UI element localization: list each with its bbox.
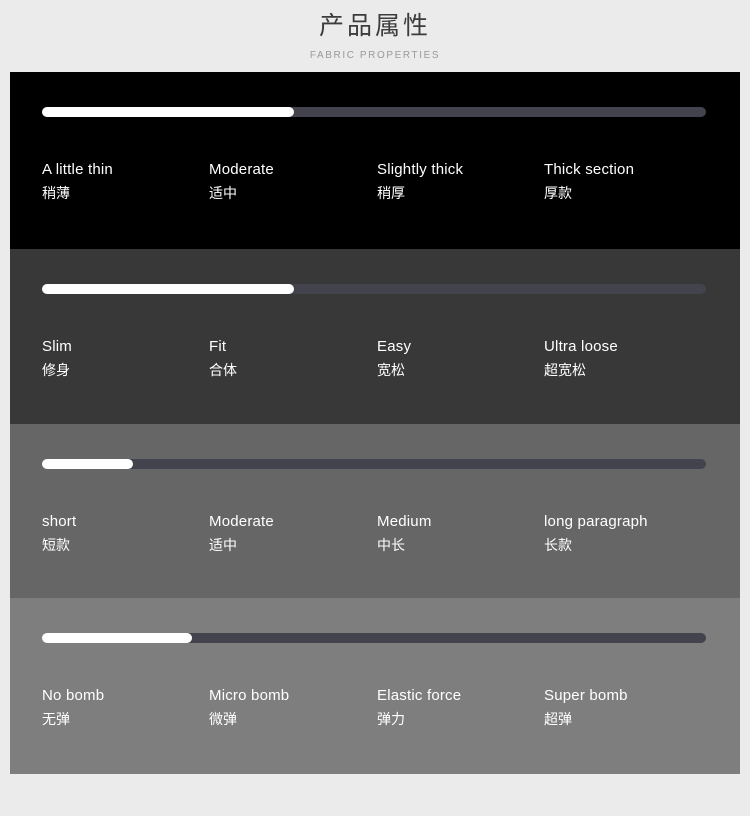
option-label-zh: 超宽松 xyxy=(544,363,586,379)
scale-track xyxy=(42,459,706,469)
option-item[interactable]: Micro bomb 微弹 xyxy=(209,686,374,730)
property-section-elasticity: No bomb 无弹 Micro bomb 微弹 Elastic force 弹… xyxy=(10,598,740,774)
option-item[interactable]: Slightly thick 稍厚 xyxy=(377,160,542,204)
option-label-en: A little thin xyxy=(42,161,113,178)
option-label-zh: 无弹 xyxy=(42,712,70,728)
option-label-zh: 合体 xyxy=(209,363,237,379)
option-label-en: Ultra loose xyxy=(544,338,618,355)
option-label-zh: 微弹 xyxy=(209,712,237,728)
option-item[interactable]: Ultra loose 超宽松 xyxy=(544,337,709,381)
scale-fill xyxy=(42,633,193,643)
option-label-zh: 适中 xyxy=(209,186,237,202)
option-label-en: Super bomb xyxy=(544,687,628,704)
option-label-zh: 稍厚 xyxy=(377,186,405,202)
option-label-zh: 修身 xyxy=(42,363,70,379)
option-label-zh: 中长 xyxy=(377,538,405,554)
option-item[interactable]: Slim 修身 xyxy=(42,337,207,381)
thickness-option-row: A little thin 稍薄 Moderate 适中 Slightly th… xyxy=(42,160,714,220)
property-section-thickness: A little thin 稍薄 Moderate 适中 Slightly th… xyxy=(10,72,740,249)
option-item[interactable]: Moderate 适中 xyxy=(209,512,374,556)
option-label-zh: 宽松 xyxy=(377,363,405,379)
option-label-en: long paragraph xyxy=(544,513,648,530)
option-item[interactable]: Fit 合体 xyxy=(209,337,374,381)
option-item[interactable]: Moderate 适中 xyxy=(209,160,374,204)
option-label-en: Thick section xyxy=(544,161,635,178)
thickness-scale-bar[interactable] xyxy=(42,107,706,117)
option-label-zh: 适中 xyxy=(209,538,237,554)
option-label-en: Micro bomb xyxy=(209,687,290,704)
option-label-en: Moderate xyxy=(209,513,274,530)
option-label-zh: 长款 xyxy=(544,538,572,554)
page-title: 产品属性 xyxy=(318,12,431,40)
option-item[interactable]: Easy 宽松 xyxy=(377,337,542,381)
elasticity-scale-bar[interactable] xyxy=(42,633,706,643)
option-item[interactable]: long paragraph 长款 xyxy=(544,512,709,556)
option-label-zh: 短款 xyxy=(42,538,70,554)
option-label-en: Elastic force xyxy=(377,687,462,704)
option-label-en: short xyxy=(42,513,77,530)
length-option-row: short 短款 Moderate 适中 Medium 中长 long para… xyxy=(42,512,714,572)
page-subtitle: FABRIC PROPERTIES xyxy=(309,50,441,61)
property-section-length: short 短款 Moderate 适中 Medium 中长 long para… xyxy=(10,424,740,598)
option-label-en: Moderate xyxy=(209,161,274,178)
option-item[interactable]: No bomb 无弹 xyxy=(42,686,207,730)
option-label-en: Medium xyxy=(377,513,432,530)
elasticity-option-row: No bomb 无弹 Micro bomb 微弹 Elastic force 弹… xyxy=(42,686,714,746)
option-label-en: Fit xyxy=(209,338,227,355)
fabric-properties-page: 产品属性 FABRIC PROPERTIES A little thin 稍薄 … xyxy=(0,0,750,816)
fit-scale-bar[interactable] xyxy=(42,284,706,294)
option-label-zh: 厚款 xyxy=(544,186,572,202)
page-header: 产品属性 FABRIC PROPERTIES xyxy=(0,0,750,63)
option-label-zh: 稍薄 xyxy=(42,186,70,202)
option-item[interactable]: Elastic force 弹力 xyxy=(377,686,542,730)
option-item[interactable]: Super bomb 超弹 xyxy=(544,686,709,730)
option-label-en: Slightly thick xyxy=(377,161,464,178)
scale-fill xyxy=(42,107,295,117)
option-item[interactable]: A little thin 稍薄 xyxy=(42,160,207,204)
property-section-fit: Slim 修身 Fit 合体 Easy 宽松 Ultra loose 超宽松 xyxy=(10,249,740,424)
property-sections: A little thin 稍薄 Moderate 适中 Slightly th… xyxy=(10,72,740,774)
option-item[interactable]: Medium 中长 xyxy=(377,512,542,556)
option-item[interactable]: short 短款 xyxy=(42,512,207,556)
option-label-zh: 弹力 xyxy=(377,712,405,728)
fit-option-row: Slim 修身 Fit 合体 Easy 宽松 Ultra loose 超宽松 xyxy=(42,337,714,397)
option-label-zh: 超弹 xyxy=(544,712,572,728)
option-label-en: Easy xyxy=(377,338,412,355)
scale-fill xyxy=(42,284,295,294)
option-item[interactable]: Thick section 厚款 xyxy=(544,160,709,204)
option-label-en: Slim xyxy=(42,338,72,355)
length-scale-bar[interactable] xyxy=(42,459,706,469)
scale-fill xyxy=(42,459,133,469)
option-label-en: No bomb xyxy=(42,687,105,704)
